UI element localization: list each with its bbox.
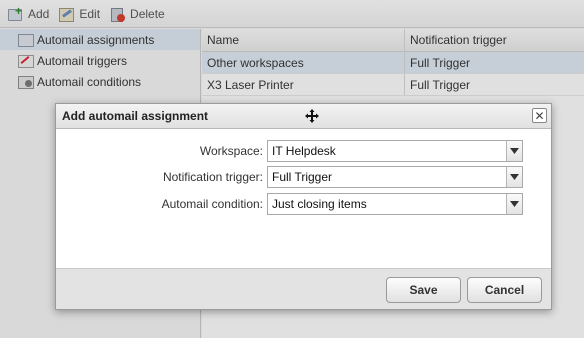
automail-condition-select[interactable]: Just closing items (267, 193, 523, 215)
close-icon: ✕ (534, 108, 545, 123)
workspace-select[interactable]: IT Helpdesk (267, 140, 523, 162)
automail-condition-label: Automail condition: (161, 197, 263, 211)
add-assignment-dialog: Add automail assignment ✕ Workspace: IT … (55, 103, 552, 310)
chevron-down-icon[interactable] (506, 194, 522, 214)
cancel-button[interactable]: Cancel (467, 277, 542, 303)
notification-trigger-value: Full Trigger (272, 170, 333, 184)
close-button[interactable]: ✕ (532, 108, 547, 123)
workspace-row: Workspace: IT Helpdesk (56, 140, 553, 162)
automail-condition-value: Just closing items (272, 197, 367, 211)
dialog-body: Workspace: IT Helpdesk Notification trig… (56, 129, 551, 269)
dialog-footer: Save Cancel (56, 269, 551, 309)
save-button[interactable]: Save (386, 277, 461, 303)
workspace-label: Workspace: (199, 144, 263, 158)
dialog-title: Add automail assignment (62, 109, 209, 123)
move-icon[interactable] (305, 109, 319, 123)
automail-condition-row: Automail condition: Just closing items (56, 193, 553, 215)
chevron-down-icon[interactable] (506, 167, 522, 187)
notification-trigger-label: Notification trigger: (162, 170, 263, 184)
chevron-down-icon[interactable] (506, 141, 522, 161)
notification-trigger-select[interactable]: Full Trigger (267, 166, 523, 188)
notification-trigger-row: Notification trigger: Full Trigger (56, 166, 553, 188)
dialog-header[interactable]: Add automail assignment ✕ (56, 104, 551, 129)
workspace-value: IT Helpdesk (272, 144, 336, 158)
